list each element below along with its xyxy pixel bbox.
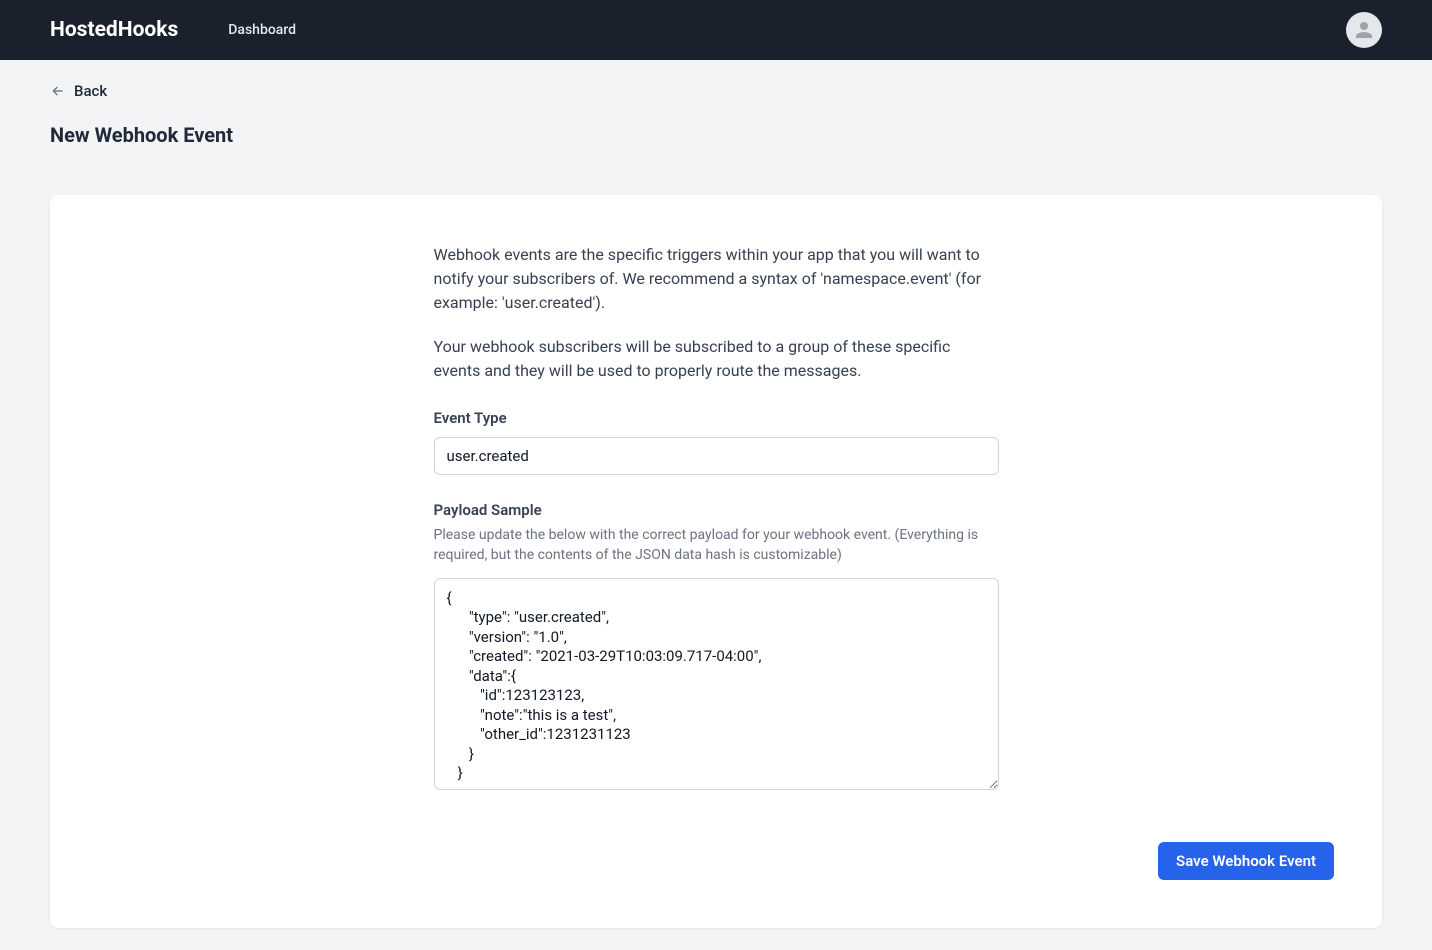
payload-textarea[interactable] <box>434 578 999 790</box>
card-footer: Save Webhook Event <box>50 842 1382 880</box>
page-title: New Webhook Event <box>50 123 1382 147</box>
description-para2: Your webhook subscribers will be subscri… <box>434 335 999 383</box>
back-link[interactable]: Back <box>50 82 107 100</box>
page-content: Back New Webhook Event Webhook events ar… <box>0 60 1432 950</box>
event-type-label: Event Type <box>434 409 999 427</box>
logo[interactable]: HostedHooks <box>50 18 178 42</box>
event-type-group: Event Type <box>434 409 999 475</box>
payload-help: Please update the below with the correct… <box>434 525 999 566</box>
user-icon <box>1352 18 1376 42</box>
app-header: HostedHooks Dashboard <box>0 0 1432 60</box>
form-card: Webhook events are the specific triggers… <box>50 195 1382 928</box>
back-label: Back <box>74 82 107 100</box>
event-type-input[interactable] <box>434 437 999 475</box>
nav-dashboard[interactable]: Dashboard <box>228 22 296 38</box>
save-button[interactable]: Save Webhook Event <box>1158 842 1334 880</box>
avatar[interactable] <box>1346 12 1382 48</box>
description-para1: Webhook events are the specific triggers… <box>434 243 999 315</box>
payload-label: Payload Sample <box>434 501 999 519</box>
arrow-left-icon <box>50 83 66 99</box>
payload-group: Payload Sample Please update the below w… <box>434 501 999 794</box>
card-inner: Webhook events are the specific triggers… <box>434 243 999 794</box>
header-left: HostedHooks Dashboard <box>50 18 296 42</box>
